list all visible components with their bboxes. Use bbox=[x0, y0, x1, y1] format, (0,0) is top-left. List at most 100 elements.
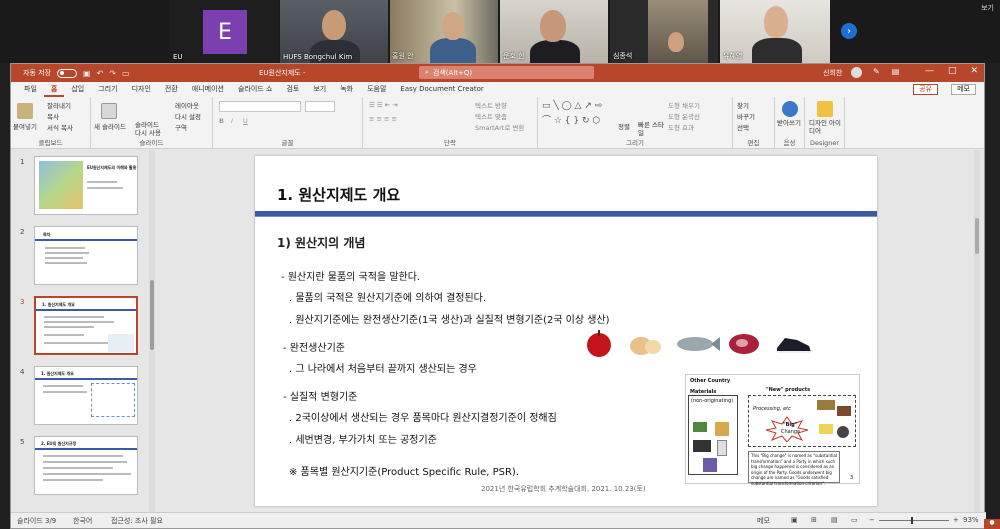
zoom-level[interactable]: 93% bbox=[963, 516, 979, 524]
notes-button[interactable]: 메모 bbox=[757, 516, 770, 526]
slide-title[interactable]: 1. 원산지제도 개요 bbox=[277, 184, 400, 205]
shapes-gallery[interactable]: ▭ ╲ ◯ △ ↗ ⇨ bbox=[542, 101, 602, 111]
avatar[interactable] bbox=[851, 67, 862, 78]
bold-icon[interactable]: B bbox=[219, 117, 224, 125]
find-button[interactable]: 찾기 bbox=[737, 100, 749, 110]
minimize-button[interactable]: — bbox=[925, 66, 934, 76]
bullets-icon[interactable]: ☰ ☰ ⇤ ⇥ bbox=[369, 101, 398, 109]
maximize-button[interactable]: □ bbox=[948, 66, 957, 76]
video-tile-participant-3[interactable]: 홍원 안 bbox=[390, 0, 498, 63]
tab-slideshow[interactable]: 슬라이드 쇼 bbox=[231, 82, 279, 97]
zoom-out-icon[interactable]: − bbox=[869, 516, 875, 524]
slide-thumbnail-5[interactable]: 2. EU의 원산지규정 bbox=[34, 436, 138, 495]
layout-button[interactable]: 레이아웃 bbox=[175, 100, 199, 110]
slide-thumbnail-3[interactable]: 1. 원산지제도 개요 bbox=[34, 296, 138, 355]
design-ideas-button[interactable]: 디자인 아이디어 bbox=[809, 119, 841, 135]
align-text-button[interactable]: 텍스트 맞춤 bbox=[475, 111, 507, 121]
psr-note[interactable]: ※ 품목별 원산지기준(Product Specific Rule, PSR). bbox=[289, 463, 519, 478]
slideshow-icon[interactable]: ▭ bbox=[122, 69, 130, 78]
video-tile-participant-6[interactable]: 유혜영 bbox=[720, 0, 830, 63]
bullet-line[interactable]: . 물품의 국적은 원산지기준에 의하여 결정된다. bbox=[289, 289, 486, 304]
shape-effects-button[interactable]: 도형 효과 bbox=[668, 122, 694, 132]
underline-icon[interactable]: U bbox=[243, 117, 248, 125]
search-input[interactable]: ⌕ 검색(Alt+Q) bbox=[419, 66, 594, 79]
shapes-gallery-row2[interactable]: ⌒ ☆ { } ↻ ⬡ bbox=[542, 113, 600, 126]
language-status[interactable]: 한국어 bbox=[73, 516, 92, 526]
chevron-right-icon[interactable]: › bbox=[841, 23, 857, 39]
format-painter-button[interactable]: 서식 복사 bbox=[47, 122, 73, 132]
video-tile-participant-4[interactable]: 운호 한 bbox=[500, 0, 608, 63]
text-direction-button[interactable]: 텍스트 방향 bbox=[475, 100, 507, 110]
tab-insert[interactable]: 삽입 bbox=[64, 82, 91, 97]
thumbnails-scrollbar[interactable] bbox=[149, 150, 155, 514]
tab-easy-document-creator[interactable]: Easy Document Creator bbox=[393, 82, 490, 97]
font-size-select[interactable] bbox=[305, 101, 335, 112]
comments-button[interactable]: 메모 bbox=[951, 84, 976, 95]
bullet-line[interactable]: . 세번변경, 부가가치 또는 공정기준 bbox=[289, 431, 437, 446]
slideshow-view-icon[interactable]: ▭ bbox=[851, 516, 858, 524]
reset-button[interactable]: 다시 설정 bbox=[175, 111, 201, 121]
bullet-line[interactable]: . 그 나라에서 처음부터 끝까지 생산되는 경우 bbox=[289, 360, 477, 375]
copy-button[interactable]: 복사 bbox=[47, 111, 59, 121]
reading-view-icon[interactable]: ▤ bbox=[831, 516, 838, 524]
slide-thumbnail-4[interactable]: 1. 원산지제도 개요 bbox=[34, 366, 138, 425]
video-tile-participant-5[interactable]: 심종석 bbox=[610, 0, 718, 63]
video-tile-eu[interactable]: E EU bbox=[170, 0, 278, 63]
tab-home[interactable]: 홈 bbox=[43, 82, 65, 97]
slide-thumbnail-1[interactable]: EU원산지제도의 이해와 활용 bbox=[34, 156, 138, 215]
align-icon[interactable]: ≡ ≡ ≡ ≡ bbox=[369, 115, 397, 123]
tab-draw[interactable]: 그리기 bbox=[91, 82, 124, 97]
tab-view[interactable]: 보기 bbox=[306, 82, 333, 97]
reuse-slides-button[interactable]: 슬라이드 다시 사용 bbox=[135, 121, 165, 137]
ribbon-display-icon[interactable]: ▤ bbox=[892, 67, 900, 76]
save-icon[interactable]: ▣ bbox=[83, 69, 91, 78]
tab-animations[interactable]: 애니메이션 bbox=[185, 82, 231, 97]
share-button[interactable]: 공유 bbox=[913, 84, 938, 95]
arrange-button[interactable]: 정렬 bbox=[618, 121, 630, 131]
tab-review[interactable]: 검토 bbox=[279, 82, 306, 97]
bullet-line[interactable]: - 완전생산기준 bbox=[283, 339, 345, 354]
paste-button[interactable]: 붙여넣기 bbox=[13, 121, 37, 131]
video-tile-bongchul[interactable]: HUFS Bongchul Kim bbox=[280, 0, 388, 63]
bullet-line[interactable]: - 실질적 변형기준 bbox=[283, 388, 357, 403]
select-button[interactable]: 선택 bbox=[737, 122, 749, 132]
section-button[interactable]: 구역 bbox=[175, 122, 187, 132]
tab-design[interactable]: 디자인 bbox=[125, 82, 158, 97]
slide-canvas[interactable]: 1. 원산지제도 개요 1) 원산지의 개념 - 원산지란 물품의 국적을 말한… bbox=[255, 156, 877, 506]
redo-icon[interactable]: ↷ bbox=[109, 69, 116, 78]
bullet-line[interactable]: . 2국이상에서 생산되는 경우 품목마다 원산지결정기준이 정해짐 bbox=[289, 409, 557, 424]
record-indicator[interactable]: ● bbox=[984, 519, 1000, 529]
shape-fill-button[interactable]: 도형 채우기 bbox=[668, 100, 700, 110]
bullet-line[interactable]: - 원산지란 물품의 국적을 말한다. bbox=[281, 268, 420, 283]
view-label[interactable]: 보기 bbox=[981, 3, 994, 13]
font-family-select[interactable] bbox=[219, 101, 301, 112]
tab-file[interactable]: 파일 bbox=[17, 82, 44, 97]
undo-icon[interactable]: ↶ bbox=[97, 69, 104, 78]
italic-icon[interactable]: I bbox=[231, 117, 233, 125]
new-slide-button[interactable]: 새 슬라이드 bbox=[94, 121, 126, 131]
user-name[interactable]: 신희찬 bbox=[823, 68, 842, 78]
slide-subheading[interactable]: 1) 원산지의 개념 bbox=[277, 234, 365, 251]
replace-button[interactable]: 바꾸기 bbox=[737, 111, 755, 121]
bullet-line[interactable]: . 원산지기준에는 완전생산기준(1국 생산)과 실질적 변형기준(2국 이상 … bbox=[289, 311, 610, 326]
pen-icon[interactable]: ✎ bbox=[873, 67, 880, 76]
slide-sorter-icon[interactable]: ⊞ bbox=[811, 516, 817, 524]
new-slide-icon[interactable] bbox=[101, 103, 117, 119]
smartart-button[interactable]: SmartArt로 변환 bbox=[475, 122, 524, 132]
zoom-slider[interactable] bbox=[879, 517, 949, 524]
normal-view-icon[interactable]: ▣ bbox=[791, 516, 798, 524]
tab-help[interactable]: 도움말 bbox=[360, 82, 393, 97]
accessibility-status[interactable]: 접근성: 조사 필요 bbox=[111, 516, 163, 526]
dictate-button[interactable]: 받아쓰기 bbox=[777, 119, 803, 127]
close-button[interactable]: ✕ bbox=[970, 66, 978, 76]
tab-record[interactable]: 녹화 bbox=[333, 82, 360, 97]
document-title[interactable]: EU원산지제도 - bbox=[259, 68, 306, 78]
tab-transitions[interactable]: 전환 bbox=[158, 82, 185, 97]
shape-outline-button[interactable]: 도형 윤곽선 bbox=[668, 111, 700, 121]
slide-scrollbar[interactable] bbox=[974, 150, 980, 514]
slide-thumbnail-2[interactable]: 목차 bbox=[34, 226, 138, 285]
microphone-icon[interactable] bbox=[782, 101, 798, 117]
quick-styles-button[interactable]: 빠른 스타일 bbox=[638, 121, 664, 137]
zoom-in-icon[interactable]: + bbox=[953, 516, 959, 524]
designer-icon[interactable] bbox=[817, 101, 833, 117]
